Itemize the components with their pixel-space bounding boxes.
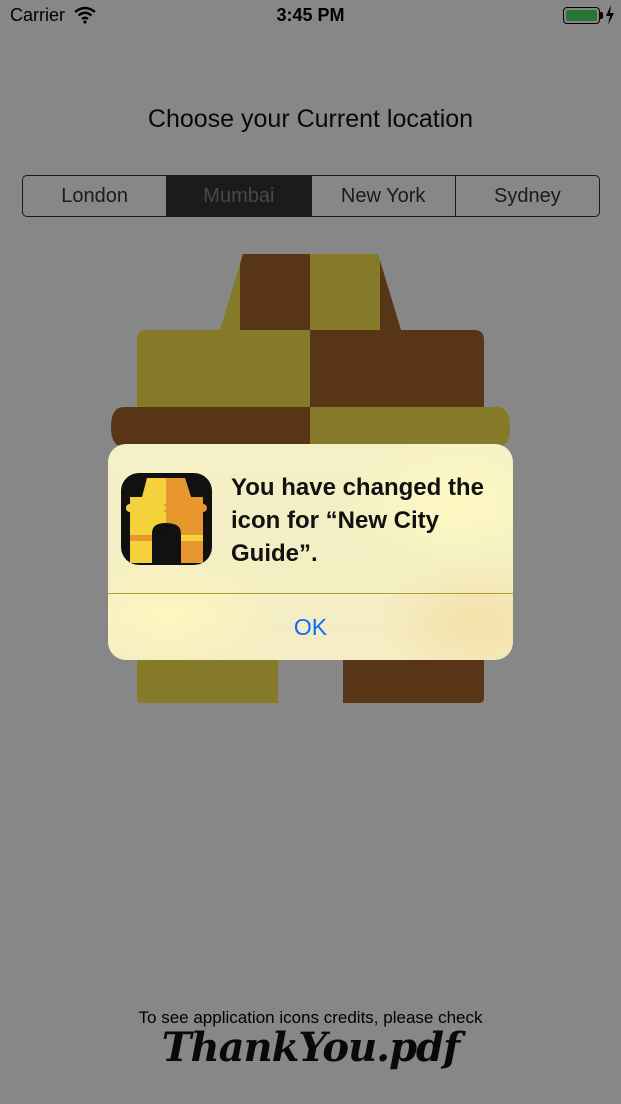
alert-ok-button[interactable]: OK: [108, 594, 513, 660]
alert-message: You have changed the icon for “New City …: [231, 474, 484, 567]
gateway-icon: [126, 478, 207, 563]
icon-changed-alert: You have changed the icon for “New City …: [108, 444, 513, 660]
app-icon: [121, 473, 212, 565]
